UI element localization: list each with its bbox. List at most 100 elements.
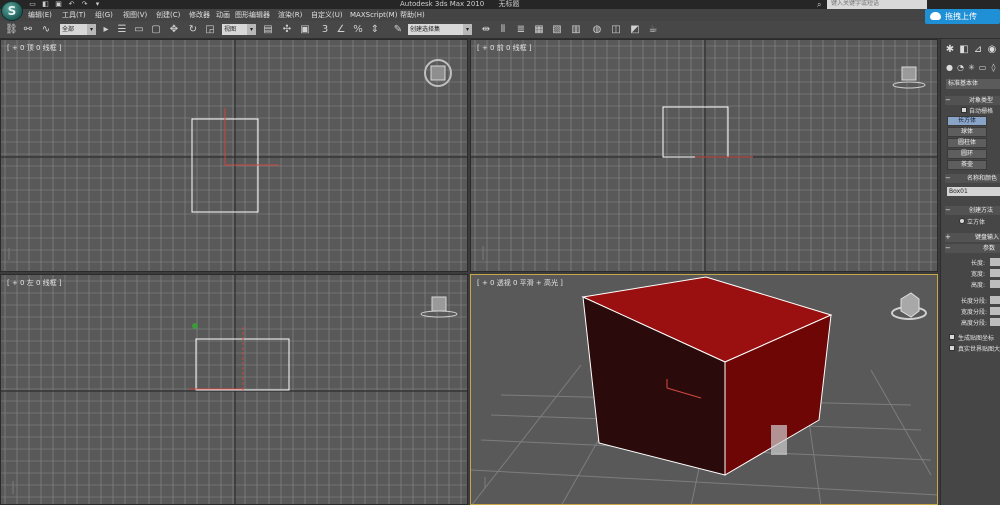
new-file-icon[interactable]: ▭ bbox=[28, 1, 37, 8]
rollout-keyboard-entry[interactable]: + 键盘输入 bbox=[945, 233, 1000, 242]
select-object-icon[interactable]: ▸ bbox=[100, 24, 112, 36]
quick-access-toolbar: ▭ ◧ ▣ ↶ ↷ ▾ bbox=[28, 0, 102, 9]
shapes-icon[interactable]: ◔ bbox=[956, 63, 965, 72]
viewport-front[interactable]: [ + 0 前 0 线框 ] bbox=[470, 39, 938, 272]
pivot-center-icon[interactable]: ▤ bbox=[262, 24, 274, 36]
edit-named-selection-icon[interactable]: ✎ bbox=[392, 24, 404, 36]
curve-editor-icon[interactable]: ▧ bbox=[551, 24, 563, 36]
snaps-toggle-icon[interactable]: 3 bbox=[319, 24, 331, 36]
viewport-label[interactable]: [ + 0 前 0 线框 ] bbox=[477, 43, 532, 53]
rotate-icon[interactable]: ↻ bbox=[187, 24, 199, 36]
hierarchy-tab-icon[interactable]: ⊿ bbox=[972, 44, 984, 55]
undo-icon[interactable]: ↶ bbox=[67, 1, 76, 8]
viewport-label[interactable]: [ + 0 顶 0 线框 ] bbox=[7, 43, 62, 53]
window-crossing-icon[interactable]: ▢ bbox=[150, 24, 162, 36]
viewcube-ring bbox=[420, 310, 458, 318]
box-button[interactable]: 长方体 bbox=[947, 116, 987, 126]
gen-mapping-checkbox[interactable] bbox=[949, 334, 955, 340]
cameras-icon[interactable]: ▭ bbox=[978, 63, 987, 72]
quick-access-dropdown-icon[interactable]: ▾ bbox=[93, 1, 102, 8]
real-world-checkbox[interactable] bbox=[949, 345, 955, 351]
percent-snap-icon[interactable]: % bbox=[352, 24, 364, 36]
menu-group[interactable]: 组(G) bbox=[95, 9, 113, 21]
sphere-button[interactable]: 球体 bbox=[947, 127, 987, 137]
layer-manager-icon[interactable]: ≣ bbox=[515, 24, 527, 36]
menu-views[interactable]: 视图(V) bbox=[123, 9, 147, 21]
select-link-icon[interactable]: ⛓ bbox=[5, 24, 18, 36]
lights-icon[interactable]: ✳ bbox=[967, 63, 976, 72]
menu-graph-editors[interactable]: 图形编辑器 bbox=[235, 9, 270, 21]
open-file-icon[interactable]: ◧ bbox=[41, 1, 50, 8]
width-spinner[interactable] bbox=[990, 269, 1000, 277]
rollout-creation-method[interactable]: − 创建方法 bbox=[945, 206, 1000, 215]
select-by-name-icon[interactable]: ☰ bbox=[116, 24, 128, 36]
bind-spacewarp-icon[interactable]: ∿ bbox=[40, 24, 52, 36]
geometry-icon[interactable]: ● bbox=[945, 63, 954, 72]
rollout-title: 参数 bbox=[983, 245, 996, 252]
search-input[interactable] bbox=[827, 0, 927, 9]
cube-radio[interactable] bbox=[959, 218, 965, 224]
rollout-name-color[interactable]: − 名称和颜色 bbox=[945, 174, 1000, 183]
menu-animation[interactable]: 动画 bbox=[216, 9, 230, 21]
viewcube-icon[interactable] bbox=[430, 65, 446, 81]
menu-tools[interactable]: 工具(T) bbox=[62, 9, 86, 21]
autogrid-checkbox[interactable] bbox=[961, 107, 967, 113]
graphite-tools-icon[interactable]: ▦ bbox=[533, 24, 545, 36]
unlink-icon[interactable]: ⚯ bbox=[22, 24, 34, 36]
rollout-parameters[interactable]: − 参数 bbox=[945, 244, 1000, 253]
rectangular-selection-icon[interactable]: ▭ bbox=[133, 24, 145, 36]
modify-tab-icon[interactable]: ◧ bbox=[958, 44, 970, 55]
selection-filter-select[interactable]: 全部 ▾ bbox=[60, 24, 96, 35]
material-editor-icon[interactable]: ◍ bbox=[591, 24, 603, 36]
quick-render-icon[interactable]: ☕ bbox=[647, 24, 659, 36]
length-segs-spinner[interactable] bbox=[990, 296, 1000, 304]
motion-tab-icon[interactable]: ◉ bbox=[986, 44, 998, 55]
viewcube-icon[interactable] bbox=[901, 66, 917, 81]
viewport-top[interactable]: [ + 0 顶 0 线框 ] bbox=[0, 39, 468, 272]
create-tab-icon[interactable]: ✱ bbox=[944, 44, 956, 55]
keyboard-shortcut-override-icon[interactable]: ▣ bbox=[299, 24, 311, 36]
width-segs-spinner[interactable] bbox=[990, 307, 1000, 315]
helpers-icon[interactable]: ◊ bbox=[989, 63, 998, 72]
schematic-view-icon[interactable]: ▥ bbox=[570, 24, 582, 36]
rendered-frame-icon[interactable]: ◩ bbox=[629, 24, 641, 36]
mirror-icon[interactable]: ⇹ bbox=[480, 24, 492, 36]
select-manipulate-icon[interactable]: ✣ bbox=[281, 24, 293, 36]
upload-button[interactable]: 拖拽上传 bbox=[925, 9, 1000, 24]
viewport-label[interactable]: [ + 0 左 0 线框 ] bbox=[7, 278, 62, 288]
redo-icon[interactable]: ↷ bbox=[80, 1, 89, 8]
reference-coordinate-select[interactable]: 视图 ▾ bbox=[222, 24, 256, 35]
application-button[interactable]: S bbox=[1, 1, 23, 21]
viewport-perspective[interactable]: [ + 0 透视 0 平滑 + 高光 ] bbox=[470, 274, 938, 505]
spinner-snap-icon[interactable]: ⇕ bbox=[369, 24, 381, 36]
save-icon[interactable]: ▣ bbox=[54, 1, 63, 8]
angle-snap-icon[interactable]: ∠ bbox=[335, 24, 347, 36]
rollout-object-type[interactable]: − 对象类型 bbox=[945, 96, 1000, 105]
binoculars-icon[interactable]: ⌕ bbox=[817, 0, 821, 9]
cylinder-button[interactable]: 圆柱体 bbox=[947, 138, 987, 148]
named-selection-set-select[interactable]: 创建选择集 ▾ bbox=[408, 24, 472, 35]
torus-button[interactable]: 圆环 bbox=[947, 149, 987, 159]
minus-icon: − bbox=[945, 244, 951, 252]
teapot-button[interactable]: 茶壶 bbox=[947, 160, 987, 170]
viewcube-icon[interactable] bbox=[900, 292, 920, 318]
height-segs-spinner[interactable] bbox=[990, 318, 1000, 326]
viewport-left[interactable]: [ + 0 左 0 线框 ] bbox=[0, 274, 468, 505]
viewport-label[interactable]: [ + 0 透视 0 平滑 + 高光 ] bbox=[477, 278, 563, 288]
height-spinner[interactable] bbox=[990, 280, 1000, 288]
menu-maxscript[interactable]: MAXScript(M) bbox=[350, 9, 397, 21]
menu-edit[interactable]: 编辑(E) bbox=[28, 9, 52, 21]
menu-modifiers[interactable]: 修改器 bbox=[189, 9, 210, 21]
viewcube-icon[interactable] bbox=[431, 296, 447, 312]
menu-create[interactable]: 创建(C) bbox=[156, 9, 180, 21]
primitive-category-select[interactable]: 标准基本体 bbox=[946, 79, 1000, 89]
render-setup-icon[interactable]: ◫ bbox=[610, 24, 622, 36]
object-name-field[interactable]: Box01 bbox=[947, 187, 1000, 196]
length-spinner[interactable] bbox=[990, 258, 1000, 266]
menu-customize[interactable]: 自定义(U) bbox=[311, 9, 343, 21]
align-icon[interactable]: ⫴ bbox=[497, 24, 509, 36]
move-icon[interactable]: ✥ bbox=[168, 24, 180, 36]
menu-help[interactable]: 帮助(H) bbox=[400, 9, 425, 21]
scale-icon[interactable]: ◲ bbox=[204, 24, 216, 36]
menu-rendering[interactable]: 渲染(R) bbox=[278, 9, 302, 21]
